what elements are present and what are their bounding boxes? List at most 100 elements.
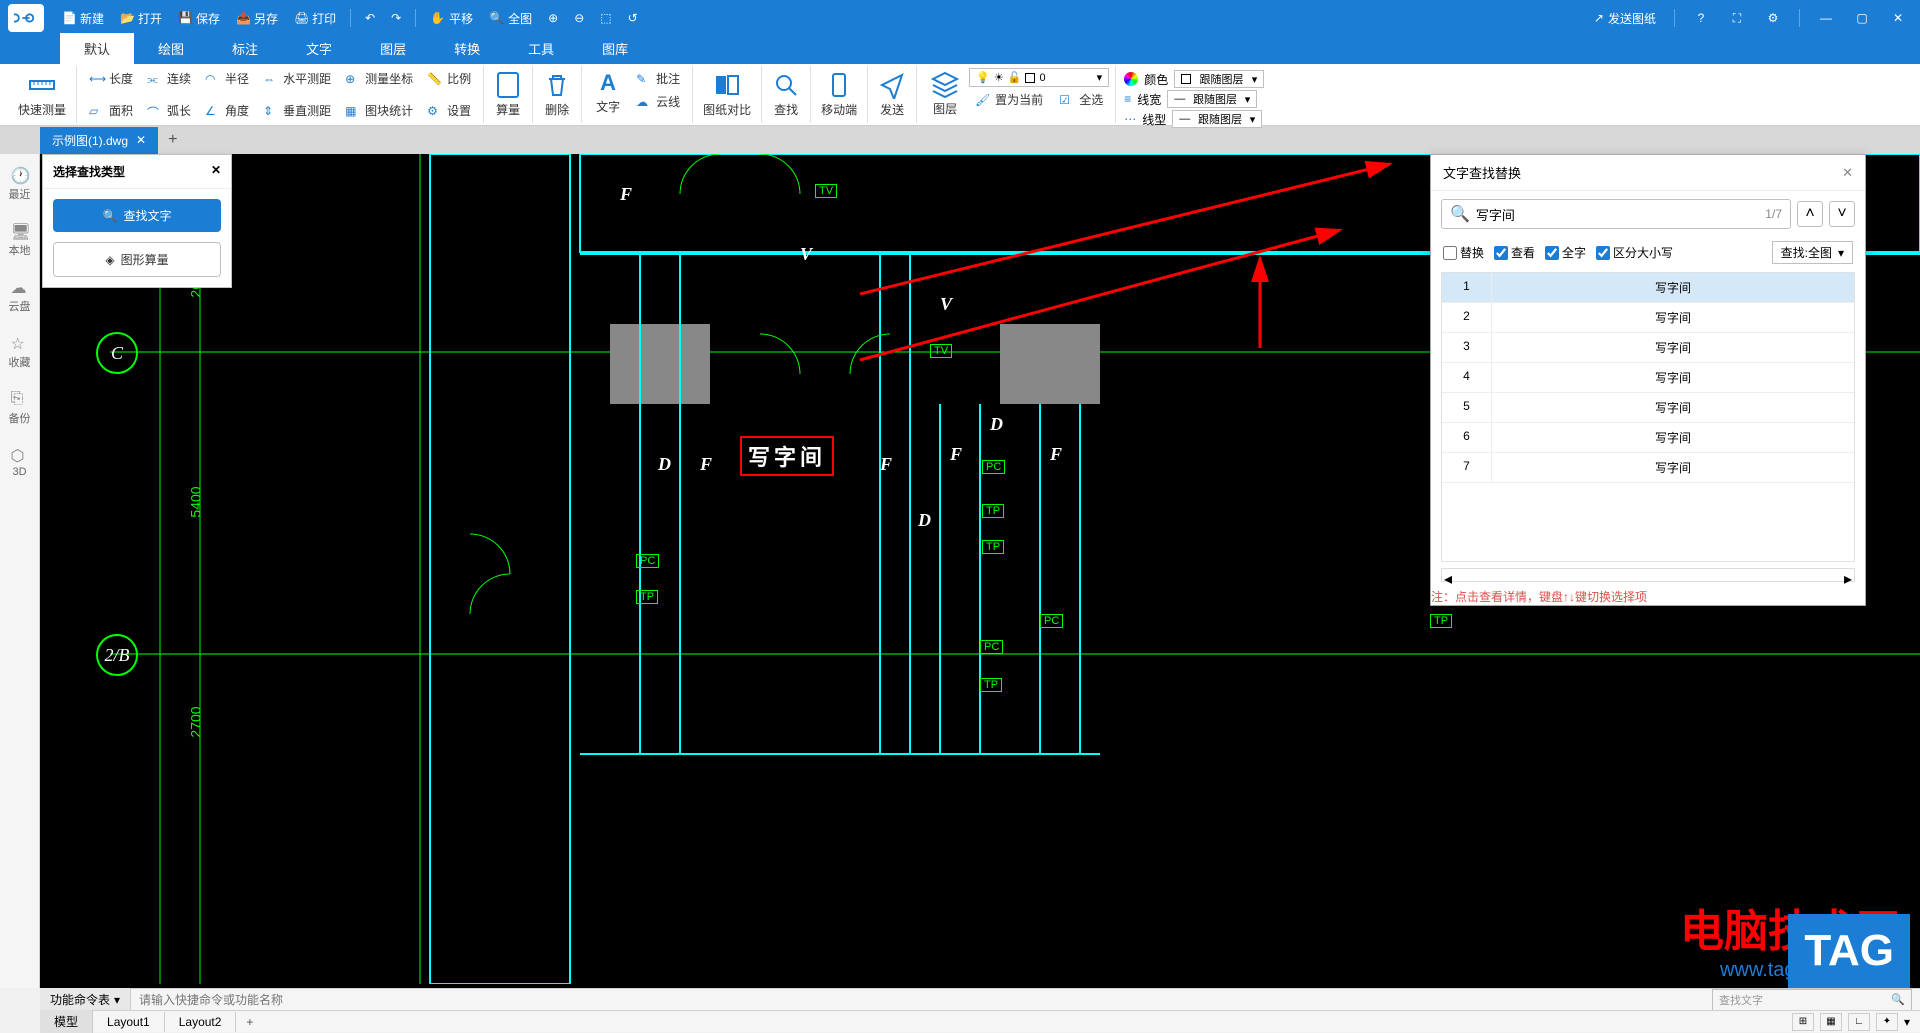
minimize-button[interactable]: —	[1812, 4, 1840, 32]
menu-tab-draw[interactable]: 绘图	[134, 33, 208, 64]
arc-button[interactable]: ⌒弧长	[141, 100, 197, 121]
quick-measure-button[interactable]: 快速测量	[8, 66, 77, 123]
annotate-button[interactable]: ✎批注	[630, 68, 686, 89]
menu-tab-layer[interactable]: 图层	[356, 33, 430, 64]
find-result-row[interactable]: 6写字间	[1442, 423, 1854, 453]
find-prev-button[interactable]: ˄	[1797, 201, 1823, 227]
case-checkbox[interactable]: 区分大小写	[1596, 244, 1673, 261]
text-icon: A	[600, 70, 616, 96]
replace-checkbox[interactable]: 替换	[1443, 244, 1484, 261]
command-table-button[interactable]: 功能命令表▾	[40, 988, 131, 1011]
menu-tab-text[interactable]: 文字	[282, 33, 356, 64]
mobile-button[interactable]: 移动端	[811, 66, 868, 123]
redo-button[interactable]: ↷	[385, 7, 407, 29]
select-all-button[interactable]: ☑全选	[1053, 89, 1109, 110]
settings-button-ribbon[interactable]: ⚙设置	[421, 100, 477, 121]
snap-button[interactable]: ⊞	[1792, 1013, 1814, 1031]
delete-button[interactable]: 删除	[533, 66, 582, 123]
new-button[interactable]: 📄新建	[56, 6, 110, 31]
find-result-row[interactable]: 5写字间	[1442, 393, 1854, 423]
find-result-row[interactable]: 3写字间	[1442, 333, 1854, 363]
length-button[interactable]: ⟷长度	[83, 68, 139, 89]
save-button[interactable]: 💾保存	[172, 6, 226, 31]
menu-tab-tools[interactable]: 工具	[504, 33, 578, 64]
tab-close-button[interactable]: ✕	[136, 133, 146, 147]
polar-button[interactable]: ✦	[1876, 1013, 1898, 1031]
grid-button[interactable]: ▦	[1820, 1013, 1842, 1031]
sidebar-item-cloud[interactable]: ☁云盘	[7, 274, 33, 318]
menu-tab-library[interactable]: 图库	[578, 33, 652, 64]
saveas-button[interactable]: 📤另存	[230, 6, 284, 31]
settings-button[interactable]: ⚙	[1759, 4, 1787, 32]
find-result-row[interactable]: 1写字间	[1442, 273, 1854, 303]
help-button[interactable]: ?	[1687, 4, 1715, 32]
sidebar-item-backup[interactable]: ⎘备份	[7, 386, 33, 430]
compare-button[interactable]: 图纸对比	[693, 66, 762, 123]
command-input[interactable]	[131, 990, 1712, 1010]
close-button[interactable]: ✕	[1884, 4, 1912, 32]
wholeword-checkbox[interactable]: 全字	[1545, 244, 1586, 261]
scale-button[interactable]: 📏比例	[421, 68, 477, 89]
find-result-row[interactable]: 2写字间	[1442, 303, 1854, 333]
print-button[interactable]: 🖨打印	[288, 6, 342, 31]
radius-button[interactable]: ◠半径	[199, 68, 255, 89]
search-text-button[interactable]: 🔍查找文字	[53, 199, 221, 232]
menu-tab-annotate[interactable]: 标注	[208, 33, 282, 64]
find-input[interactable]	[1476, 207, 1759, 222]
find-next-button[interactable]: ˅	[1829, 201, 1855, 227]
find-result-row[interactable]: 4写字间	[1442, 363, 1854, 393]
zoom-in-button[interactable]: ⊕	[542, 7, 564, 29]
sidebar-item-recent[interactable]: 🕐最近	[7, 162, 33, 206]
text-button[interactable]: A文字	[588, 68, 628, 117]
layout-tab-1[interactable]: Layout1	[93, 1012, 165, 1032]
cloud-button[interactable]: ☁云线	[630, 91, 686, 112]
fit-button[interactable]: 🔍全图	[483, 6, 538, 31]
sidebar-item-3d[interactable]: ⬡3D	[9, 442, 31, 482]
zoom-prev-button[interactable]: ↺	[622, 7, 644, 29]
coord-button[interactable]: ⊕测量坐标	[339, 68, 419, 89]
find-button[interactable]: 查找	[762, 66, 811, 123]
sidebar-item-local[interactable]: 🖥本地	[7, 218, 33, 262]
vdist-button[interactable]: ⇕垂直测距	[257, 100, 337, 121]
calc-button[interactable]: 算量	[484, 66, 533, 123]
hdist-button[interactable]: ⇔水平测距	[257, 68, 337, 89]
add-layout-button[interactable]: +	[236, 1012, 263, 1032]
pan-button[interactable]: ✋平移	[424, 6, 479, 31]
menu-tab-convert[interactable]: 转换	[430, 33, 504, 64]
view-checkbox[interactable]: 查看	[1494, 244, 1535, 261]
layer-button[interactable]: 图层	[923, 68, 967, 119]
app-logo	[8, 4, 44, 32]
color-select[interactable]: 跟随图层▾	[1174, 70, 1264, 88]
save-icon: 💾	[178, 11, 192, 25]
panel-close-button[interactable]: ✕	[211, 163, 221, 180]
graphic-calc-button[interactable]: ◈图形算量	[53, 242, 221, 277]
blockstat-button[interactable]: ▦图块统计	[339, 100, 419, 121]
sidebar-item-favorite[interactable]: ☆收藏	[7, 330, 33, 374]
zoom-out-button[interactable]: ⊖	[568, 7, 590, 29]
find-scope-select[interactable]: 查找:全图▾	[1772, 241, 1853, 264]
area-button[interactable]: ▱面积	[83, 100, 139, 121]
maximize-button[interactable]: ▢	[1848, 4, 1876, 32]
open-button[interactable]: 📂打开	[114, 6, 168, 31]
layout-tab-2[interactable]: Layout2	[165, 1012, 237, 1032]
send-button[interactable]: 发送	[868, 66, 917, 123]
send-drawing-button[interactable]: ↗发送图纸	[1588, 6, 1662, 31]
set-current-button[interactable]: 🖌置为当前	[969, 89, 1049, 110]
layer-selector[interactable]: 💡☀🔓0▾	[969, 68, 1109, 87]
add-tab-button[interactable]: +	[158, 127, 187, 153]
fullscreen-button[interactable]: ⛶	[1723, 4, 1751, 32]
zoom-window-button[interactable]: ⬚	[594, 7, 617, 29]
ortho-button[interactable]: ∟	[1848, 1013, 1870, 1031]
lt-select[interactable]: —跟随图层▾	[1172, 110, 1262, 128]
continuous-button[interactable]: ⫘连续	[141, 68, 197, 89]
lw-select[interactable]: —跟随图层▾	[1167, 90, 1257, 108]
angle-button[interactable]: ∠角度	[199, 100, 255, 121]
find-result-row[interactable]: 7写字间	[1442, 453, 1854, 483]
document-tab[interactable]: 示例图(1).dwg ✕	[40, 127, 158, 154]
undo-button[interactable]: ↶	[359, 7, 381, 29]
menu-tab-default[interactable]: 默认	[60, 33, 134, 64]
find-scrollbar[interactable]: ◂▸	[1441, 568, 1855, 582]
find-close-button[interactable]: ✕	[1842, 165, 1853, 181]
layout-tab-model[interactable]: 模型	[40, 1010, 93, 1033]
find-text-mini[interactable]: 查找文字🔍	[1712, 989, 1912, 1011]
